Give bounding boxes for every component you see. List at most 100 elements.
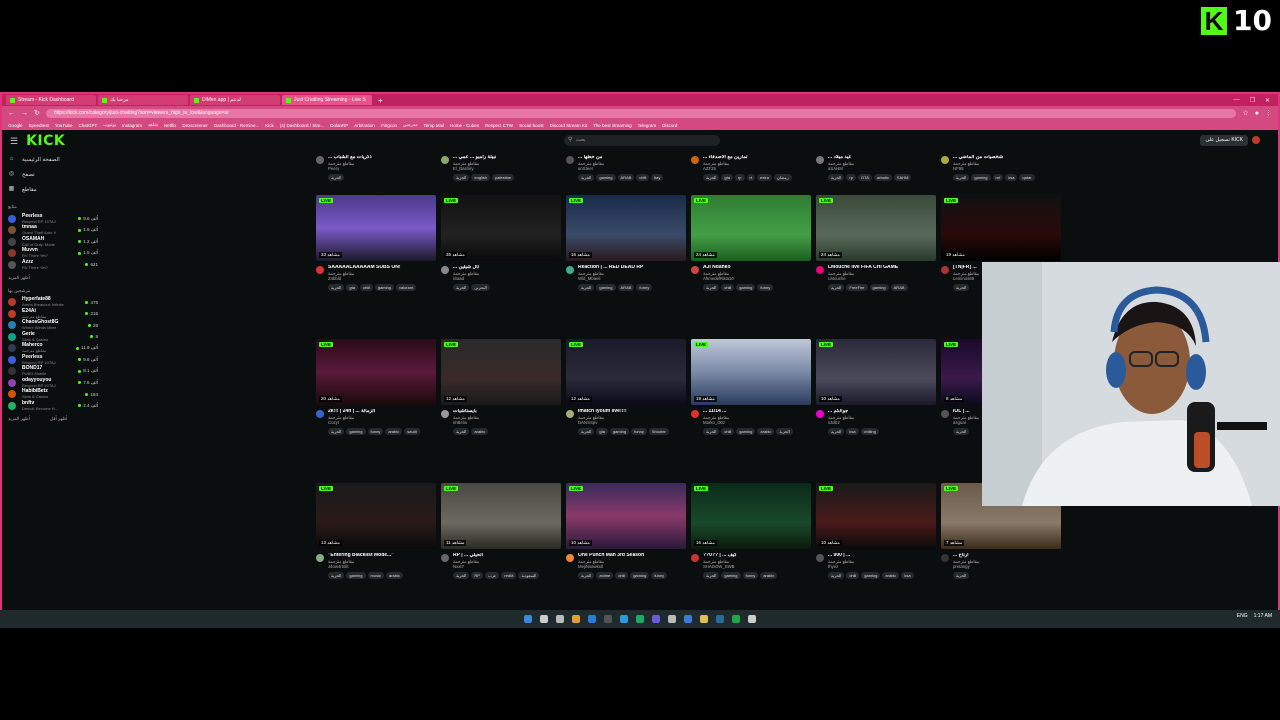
- bookmark-item[interactable]: Respect CTW: [485, 123, 513, 128]
- streamer-avatar[interactable]: [941, 266, 949, 274]
- streamer-name[interactable]: s3d02: [828, 420, 936, 426]
- tag-chip[interactable]: gta: [346, 283, 358, 291]
- tag-chip[interactable]: valorant: [395, 283, 417, 291]
- tag-chip[interactable]: عرب: [484, 571, 500, 579]
- taskbar-app-icon[interactable]: [556, 615, 564, 623]
- stream-card[interactable]: LIVE 20 مشاهد 2k!!! | 24h | ... الزمالة مقا…: [316, 339, 436, 435]
- stream-card[interactable]: LIVE 12 مشاهد Imatch lyoum live!!!! مقاطع م…: [566, 339, 686, 435]
- tag-chip[interactable]: arabic: [385, 571, 403, 579]
- sidebar-channel[interactable]: Peerless Respect RP 10TAJ 9.6 ألف: [8, 213, 98, 225]
- bookmark-item[interactable]: Discord Stream Kit: [550, 123, 588, 128]
- stream-card[interactable]: ... ذكريات مع الشباب مقاطع مترجمة Peery الح…: [316, 151, 436, 185]
- streamer-avatar[interactable]: [816, 554, 824, 562]
- bookmark-item[interactable]: Google: [8, 123, 23, 128]
- streamer-avatar[interactable]: [316, 410, 324, 418]
- tag-chip[interactable]: الحرية: [453, 571, 470, 579]
- tag-chip[interactable]: chill: [721, 427, 735, 435]
- tag-chip[interactable]: chill: [615, 571, 629, 579]
- kick-logo[interactable]: KICK: [26, 133, 65, 149]
- tag-chip[interactable]: GTA: [857, 173, 872, 181]
- tag-chip[interactable]: arabic: [757, 427, 775, 435]
- tag-chip[interactable]: arabic: [471, 427, 489, 435]
- streamer-avatar[interactable]: [441, 266, 449, 274]
- tag-chip[interactable]: رمضان: [773, 173, 792, 181]
- streamer-avatar[interactable]: [441, 156, 449, 164]
- stream-card[interactable]: LIVE 35 مشاهد ... تال شيئين مقاطع مترجمة iSa…: [441, 195, 561, 291]
- tag-chip[interactable]: الحرية: [776, 427, 793, 435]
- tag-chip[interactable]: الحرية: [328, 427, 345, 435]
- tag-chip[interactable]: الحرية: [453, 427, 470, 435]
- sidebar-channel[interactable]: odayyouyou Respect RP 10TAJ 7.6 ألف: [8, 377, 98, 389]
- tag-chip[interactable]: الحرية: [703, 173, 720, 181]
- bookmark-item[interactable]: يوتيوب: [103, 122, 116, 128]
- streamer-avatar[interactable]: [441, 554, 449, 562]
- taskbar-app-icon[interactable]: [604, 615, 612, 623]
- taskbar-app-icon[interactable]: [716, 615, 724, 623]
- tag-chip[interactable]: الحرية: [953, 427, 970, 435]
- menu-icon[interactable]: ☰: [10, 136, 18, 147]
- bookmark-item[interactable]: Speedtest: [29, 123, 49, 128]
- tag-chip[interactable]: Shooter: [648, 427, 669, 435]
- stream-thumbnail[interactable]: LIVE 19 مشاهد: [691, 339, 811, 405]
- tag-chip[interactable]: funny: [367, 427, 384, 435]
- taskbar-app-icon[interactable]: [700, 615, 708, 623]
- streamer-name[interactable]: LMouche: [828, 276, 936, 282]
- user-avatar[interactable]: [1252, 136, 1260, 144]
- tag-chip[interactable]: gaming: [736, 427, 756, 435]
- stream-thumbnail[interactable]: LIVE 19 مشاهد: [941, 195, 1061, 261]
- stream-card[interactable]: ... نبيلة رامبو ... عمي مقاطع مترجمة El_Ba…: [441, 151, 561, 185]
- tag-chip[interactable]: الحرية: [828, 571, 845, 579]
- stream-thumbnail[interactable]: LIVE 10 مشاهد: [566, 483, 686, 549]
- sidebar-channel[interactable]: BOND17 PUBG Mobile 8.1 ألف: [8, 366, 98, 378]
- tag-chip[interactable]: funny: [757, 283, 774, 291]
- streamer-name[interactable]: Peery: [328, 166, 436, 172]
- stream-card[interactable]: LIVE 10 مشاهد One Punch Man 3rd Season مقاط…: [566, 483, 686, 579]
- tag-chip[interactable]: السعودية: [518, 571, 540, 579]
- bookmark-item[interactable]: Discord: [662, 123, 677, 128]
- bookmark-item[interactable]: (4) Dashboard / Stre...: [280, 123, 325, 128]
- tag-chip[interactable]: gaming: [609, 427, 630, 435]
- sidebar-item-home[interactable]: ⌂ الصفحة الرئيسية: [8, 152, 98, 167]
- tag-chip[interactable]: الحرية: [703, 571, 720, 579]
- tag-chip[interactable]: chill: [721, 283, 735, 291]
- tag-chip[interactable]: ksa: [1005, 173, 1018, 181]
- sidebar-channel[interactable]: bnftv Detroit: Become H... 2.4 ألف: [8, 400, 98, 412]
- streamer-name[interactable]: Nxxt7: [453, 564, 561, 570]
- streamer-name[interactable]: Marko_D0z: [703, 420, 811, 426]
- tag-chip[interactable]: funny: [636, 283, 653, 291]
- tag-chip[interactable]: rnf: [992, 173, 1004, 181]
- stream-thumbnail[interactable]: LIVE 24 مشاهد: [816, 195, 936, 261]
- sidebar-channel[interactable]: Gerie Slots & Casino 8: [8, 331, 98, 343]
- tag-chip[interactable]: ARAB: [890, 283, 908, 291]
- tag-chip[interactable]: الحرية: [453, 173, 470, 181]
- show-more-recommended[interactable]: أظهر المزيد: [8, 416, 30, 422]
- stream-thumbnail[interactable]: LIVE 35 مشاهد: [441, 195, 561, 261]
- taskbar-app-icon[interactable]: [732, 615, 740, 623]
- tag-chip[interactable]: ARAB: [617, 173, 635, 181]
- streamer-avatar[interactable]: [316, 266, 324, 274]
- streamer-avatar[interactable]: [691, 266, 699, 274]
- tag-chip[interactable]: الحرية: [453, 283, 470, 291]
- streamer-name[interactable]: Cozyt: [328, 420, 436, 426]
- streamer-avatar[interactable]: [941, 554, 949, 562]
- streamer-avatar[interactable]: [566, 554, 574, 562]
- tag-chip[interactable]: SAHM: [893, 173, 912, 181]
- streamer-avatar[interactable]: [691, 410, 699, 418]
- tag-chip[interactable]: الحرية: [703, 427, 720, 435]
- sidebar-channel[interactable]: OSAMAH Call of Duty: Mode 1.2 ألف: [8, 236, 98, 248]
- streamer-name[interactable]: El_Bashiry: [453, 166, 561, 172]
- stream-card[interactable]: LIVE 16 مشاهد Reaction | ... RED DEAD RP مق…: [566, 195, 686, 291]
- stream-thumbnail[interactable]: LIVE 12 مشاهد: [566, 339, 686, 405]
- tag-chip[interactable]: funny: [742, 571, 759, 579]
- browser-menu-icon[interactable]: ⋮: [1265, 109, 1272, 117]
- streamer-name[interactable]: thyez: [828, 564, 936, 570]
- stream-thumbnail[interactable]: LIVE 24 مشاهد: [691, 195, 811, 261]
- streamer-name[interactable]: J4ow4rtoilt: [328, 564, 436, 570]
- bookmark-item[interactable]: YouTube: [55, 123, 73, 128]
- stream-thumbnail[interactable]: LIVE 16 مشاهد: [566, 195, 686, 261]
- tag-chip[interactable]: arabic: [385, 427, 403, 435]
- tag-chip[interactable]: الحرية: [953, 283, 970, 291]
- stream-card[interactable]: LIVE 24 مشاهد AJI Ndahko مقاطع مترجمة Ahmede…: [691, 195, 811, 291]
- stream-card[interactable]: ... شخصيات من الماضي مقاطع مترجمة NF95 الحر…: [941, 151, 1061, 185]
- bookmark-item[interactable]: Pingcon: [381, 123, 397, 128]
